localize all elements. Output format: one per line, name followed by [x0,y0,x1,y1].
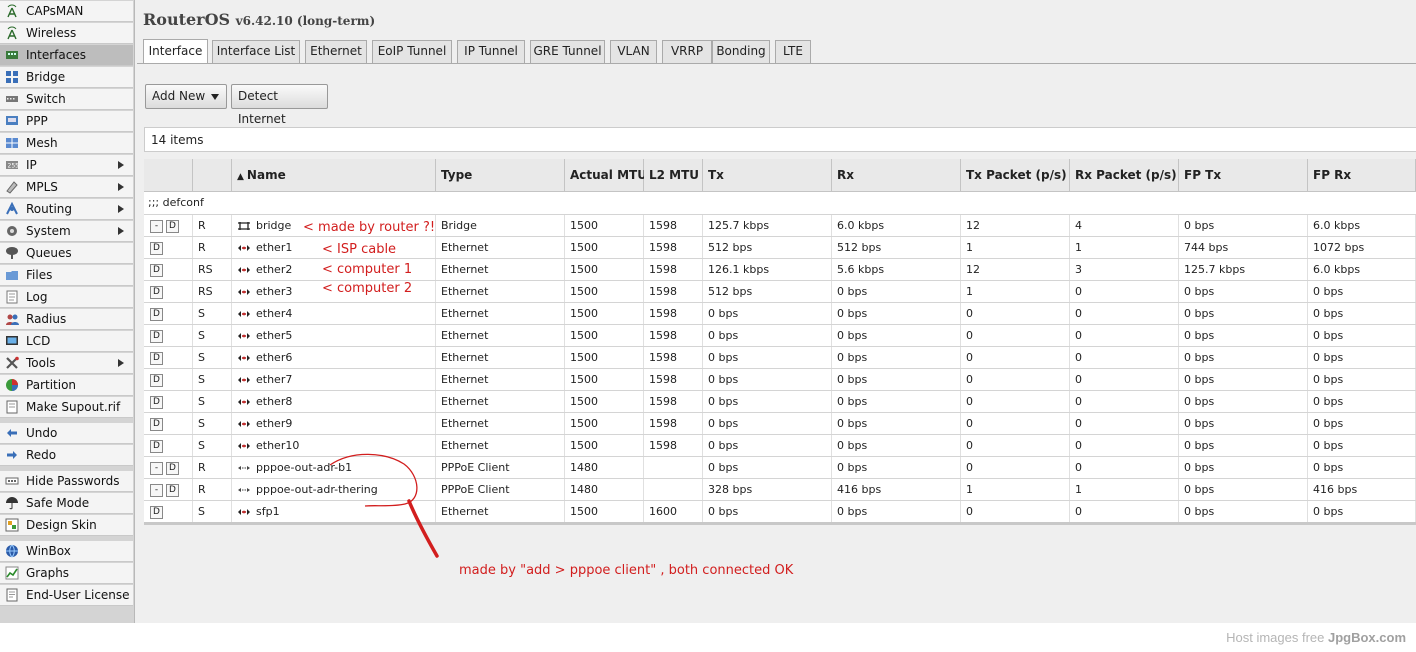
app-window: CAPsMAN Wireless Interfaces Bridge Switch PPP… [0,0,1416,623]
credit-brand: JpgBox.com [1327,630,1406,645]
image-host-credit: Host images free JpgBox.com [1226,630,1406,645]
credit-prefix: Host images free [1226,630,1328,645]
annotation-circle-scribble [329,453,439,558]
annotation-pppoe: made by "add > pppoe client" , both conn… [459,563,794,578]
